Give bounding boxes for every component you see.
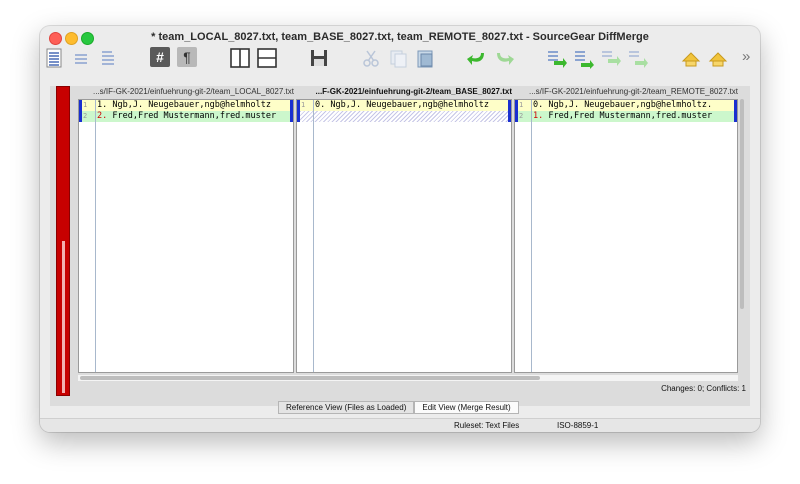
line-marker: 0. <box>533 100 544 110</box>
apply-left-icon[interactable] <box>680 47 702 69</box>
copy-icon[interactable] <box>387 47 409 69</box>
local-line-1[interactable]: 1 1. Ngb,J. Neugebauer,ngb@helmholtz <box>79 100 293 111</box>
horizontal-scroll-thumb[interactable] <box>80 376 540 380</box>
remote-line-1[interactable]: 1 0. Ngb,J. Neugebauer,ngb@helmholtz. <box>515 100 737 111</box>
line-marker: 1. <box>97 100 108 110</box>
base-file-header: ...F-GK-2021/einfuehrung-git-2/team_BASE… <box>315 87 513 96</box>
change-marker-left <box>79 100 82 122</box>
save-icon[interactable] <box>308 47 330 69</box>
line-gutter <box>515 100 532 372</box>
change-marker-right <box>290 100 293 122</box>
diffmerge-window: * team_LOCAL_8027.txt, team_BASE_8027.tx… <box>40 26 760 432</box>
line-text: Ngb,J. Neugebauer,ngb@helmholtz. <box>543 100 713 110</box>
line-numbers-toggle[interactable]: # <box>150 47 170 67</box>
diff-content: ...s/IF-GK-2021/einfuehrung-git-2/team_L… <box>50 86 750 406</box>
status-bar: Ruleset: Text Files ISO-8859-1 <box>40 418 760 432</box>
remote-file-header: ...s/IF-GK-2021/einfuehrung-git-2/team_R… <box>529 87 738 96</box>
horizontal-scrollbar[interactable] <box>78 375 738 381</box>
close-window-button[interactable] <box>49 32 62 45</box>
remote-pane[interactable]: 1 0. Ngb,J. Neugebauer,ngb@helmholtz. 2 … <box>514 99 738 373</box>
cut-icon[interactable] <box>360 47 382 69</box>
redo-icon[interactable] <box>493 47 515 69</box>
toolbar: # ¶ » <box>40 45 760 71</box>
show-context-icon[interactable] <box>98 47 118 69</box>
pilcrow-toggle[interactable]: ¶ <box>177 47 197 67</box>
split-horizontal-icon[interactable] <box>256 47 278 69</box>
line-text: Fred,Fred Mustermann,fred.muster <box>543 111 713 121</box>
base-line-1[interactable]: 1 0. Ngb,J. Neugebauer,ngb@helmholtz <box>297 100 511 111</box>
change-marker-right <box>734 100 737 122</box>
change-marker-left <box>515 100 518 122</box>
show-differences-icon[interactable] <box>71 47 91 69</box>
ruleset-status: Ruleset: Text Files <box>454 421 520 430</box>
change-marker-right <box>508 100 511 122</box>
base-pane[interactable]: 1 0. Ngb,J. Neugebauer,ngb@helmholtz <box>296 99 512 373</box>
line-text: Fred,Fred Mustermann,fred.muster <box>107 111 277 121</box>
changes-summary: Changes: 0; Conflicts: 1 <box>661 384 746 393</box>
next-change-icon[interactable] <box>545 47 567 69</box>
show-all-lines-icon[interactable] <box>44 47 64 69</box>
vertical-scrollbar[interactable] <box>740 99 745 371</box>
paste-icon[interactable] <box>414 47 436 69</box>
vertical-scroll-thumb[interactable] <box>740 99 744 309</box>
line-gutter <box>297 100 314 372</box>
toolbar-overflow-chevron[interactable]: » <box>742 48 750 70</box>
line-marker: 0. <box>315 100 326 110</box>
local-line-2[interactable]: 2 2. Fred,Fred Mustermann,fred.muster <box>79 111 293 122</box>
line-marker: 2. <box>97 111 108 121</box>
minimize-window-button[interactable] <box>65 32 78 45</box>
previous-conflict-icon[interactable] <box>626 47 648 69</box>
remote-line-2[interactable]: 2 1. Fred,Fred Mustermann,fred.muster <box>515 111 737 122</box>
view-tabs: Reference View (Files as Loaded) Edit Vi… <box>278 401 519 414</box>
overview-thumb[interactable] <box>62 241 65 393</box>
overview-bar[interactable] <box>56 86 70 396</box>
change-marker-left <box>297 100 300 122</box>
base-line-placeholder <box>297 111 511 122</box>
previous-change-icon[interactable] <box>572 47 594 69</box>
local-pane[interactable]: 1 1. Ngb,J. Neugebauer,ngb@helmholtz 2 2… <box>78 99 294 373</box>
tab-edit-view[interactable]: Edit View (Merge Result) <box>414 401 519 414</box>
undo-icon[interactable] <box>466 47 488 69</box>
line-marker: 1. <box>533 111 544 121</box>
line-text: Ngb,J. Neugebauer,ngb@helmholtz <box>107 100 272 110</box>
tab-reference-view[interactable]: Reference View (Files as Loaded) <box>278 401 415 414</box>
line-gutter <box>79 100 96 372</box>
encoding-status: ISO-8859-1 <box>557 421 599 430</box>
zoom-window-button[interactable] <box>81 32 94 45</box>
next-conflict-icon[interactable] <box>599 47 621 69</box>
split-vertical-icon[interactable] <box>229 47 251 69</box>
local-file-header: ...s/IF-GK-2021/einfuehrung-git-2/team_L… <box>93 87 294 96</box>
apply-right-icon[interactable] <box>707 47 729 69</box>
window-title: * team_LOCAL_8027.txt, team_BASE_8027.tx… <box>151 31 649 43</box>
line-text: Ngb,J. Neugebauer,ngb@helmholtz <box>325 100 490 110</box>
